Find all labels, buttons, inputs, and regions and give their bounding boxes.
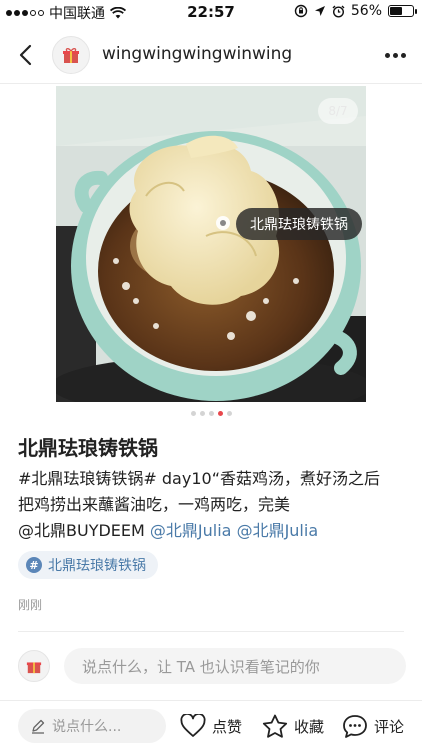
like-button[interactable]: 点赞 — [180, 709, 242, 743]
favorite-button[interactable]: 收藏 — [262, 709, 324, 743]
alarm-icon — [332, 5, 345, 18]
comment-button[interactable]: 评论 — [342, 709, 404, 743]
photo-pagination — [0, 411, 422, 416]
post-photo[interactable]: 8/7 北鼎珐琅铸铁锅 — [56, 86, 366, 402]
topic-label: 北鼎珐琅铸铁锅 — [48, 558, 146, 574]
post-body-line-3: @北鼎BUYDEEM @北鼎Julia @北鼎Julia — [18, 518, 410, 544]
product-tag[interactable]: 北鼎珐琅铸铁锅 — [236, 208, 362, 240]
star-icon — [262, 714, 288, 738]
page-dot — [199, 411, 205, 416]
mention-julia-2[interactable]: @北鼎Julia — [237, 521, 319, 540]
topic-chip[interactable]: # 北鼎珐琅铸铁锅 — [18, 551, 158, 579]
post-body: #北鼎珐琅铸铁锅# day10“香菇鸡汤，煮好汤之后 把鸡捞出来蘸酱油吃，一鸡两… — [18, 466, 410, 544]
bottom-input-placeholder: 说点什么... — [52, 719, 122, 735]
page-dot-active — [217, 411, 223, 416]
post-body-line-2: 把鸡捞出来蘸酱油吃，一鸡两吃，完美 — [18, 495, 291, 514]
page-dot — [208, 411, 214, 416]
battery-percent: 56% — [350, 3, 382, 19]
rotation-lock-icon — [294, 4, 308, 18]
mention-julia-1[interactable]: @北鼎Julia — [150, 521, 232, 540]
divider — [18, 631, 404, 632]
back-button[interactable] — [10, 38, 40, 72]
page-dot — [226, 411, 232, 416]
more-button[interactable] — [380, 42, 410, 68]
favorite-label: 收藏 — [294, 717, 325, 736]
location-arrow-icon — [314, 6, 325, 16]
status-bar: 中国联通 22:57 56% — [0, 0, 422, 24]
tag-dot-icon[interactable] — [216, 216, 230, 230]
more-horizontal-icon — [384, 52, 390, 58]
page-dot — [190, 411, 196, 416]
my-avatar — [18, 650, 50, 682]
battery-icon — [388, 5, 417, 17]
chicken-soup-photo — [56, 86, 366, 402]
gift-icon — [26, 662, 42, 674]
post-title: 北鼎珐琅铸铁锅 — [18, 436, 158, 460]
status-right: 56% — [294, 3, 417, 19]
author-username[interactable]: wingwingwingwinwing — [102, 44, 292, 64]
comment-input[interactable]: 说点什么，让 TA 也认识看笔记的你 — [64, 648, 406, 684]
post-body-line-1: #北鼎珐琅铸铁锅# day10“香菇鸡汤，煮好汤之后 — [18, 469, 380, 488]
comment-label: 评论 — [374, 717, 405, 736]
post-date: 刚刚 — [18, 598, 43, 612]
heart-icon — [180, 714, 206, 737]
hashtag-icon: # — [26, 557, 42, 573]
gift-icon — [63, 48, 79, 63]
bottom-action-bar: 说点什么... 点赞 收藏 评论 — [0, 700, 422, 750]
author-avatar[interactable] — [52, 36, 90, 74]
mention-buydeem[interactable]: @北鼎BUYDEEM — [18, 521, 145, 540]
like-label: 点赞 — [212, 717, 243, 736]
chevron-left-icon — [19, 44, 32, 66]
note-header: wingwingwingwinwing — [0, 28, 422, 84]
comment-bubble-icon — [343, 714, 367, 738]
photo-counter: 8/7 — [318, 98, 358, 124]
pencil-icon — [32, 719, 45, 734]
bottom-comment-input[interactable]: 说点什么... — [18, 709, 166, 743]
